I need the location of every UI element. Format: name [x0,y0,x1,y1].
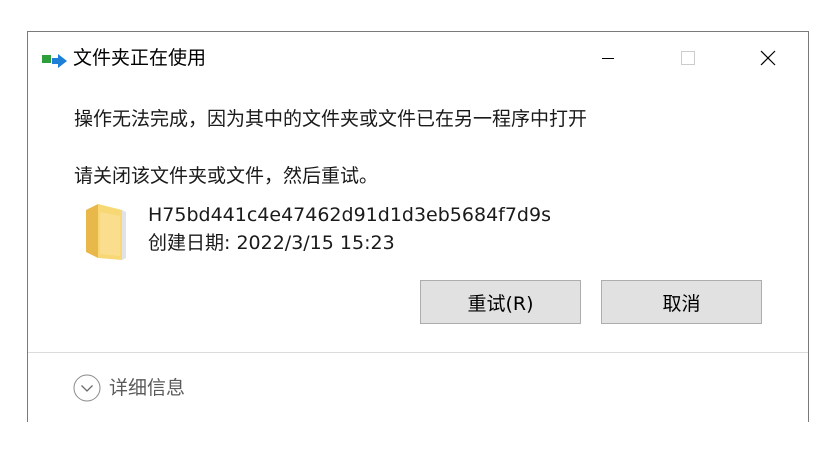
close-icon [760,50,776,66]
maximize-button [648,32,728,84]
chevron-down-icon [73,374,101,402]
error-message: 操作无法完成，因为其中的文件夹或文件已在另一程序中打开 [74,108,588,130]
instruction-message: 请关闭该文件夹或文件，然后重试。 [74,165,379,187]
maximize-icon [681,51,695,65]
details-label: 详细信息 [109,377,186,399]
close-button[interactable] [728,32,808,84]
folder-move-icon [41,52,69,70]
title-bar[interactable]: 文件夹正在使用 [28,32,808,84]
folder-icon [82,202,130,262]
cancel-button[interactable]: 取消 [601,280,762,324]
folder-in-use-dialog: 文件夹正在使用 操作无法完成，因为其中的文件夹或文件已在另一程序中打开 请关闭该… [27,31,809,422]
minimize-button[interactable] [568,32,648,84]
item-name: H75bd441c4e47462d91d1d3eb5684f7d9s [148,204,551,226]
details-toggle[interactable]: 详细信息 [73,372,185,404]
minimize-icon [601,51,615,65]
retry-button[interactable]: 重试(R) [420,280,581,324]
window-title: 文件夹正在使用 [73,47,207,69]
item-created-date: 创建日期: 2022/3/15 15:23 [148,232,395,254]
dialog-footer: 详细信息 [28,352,808,422]
